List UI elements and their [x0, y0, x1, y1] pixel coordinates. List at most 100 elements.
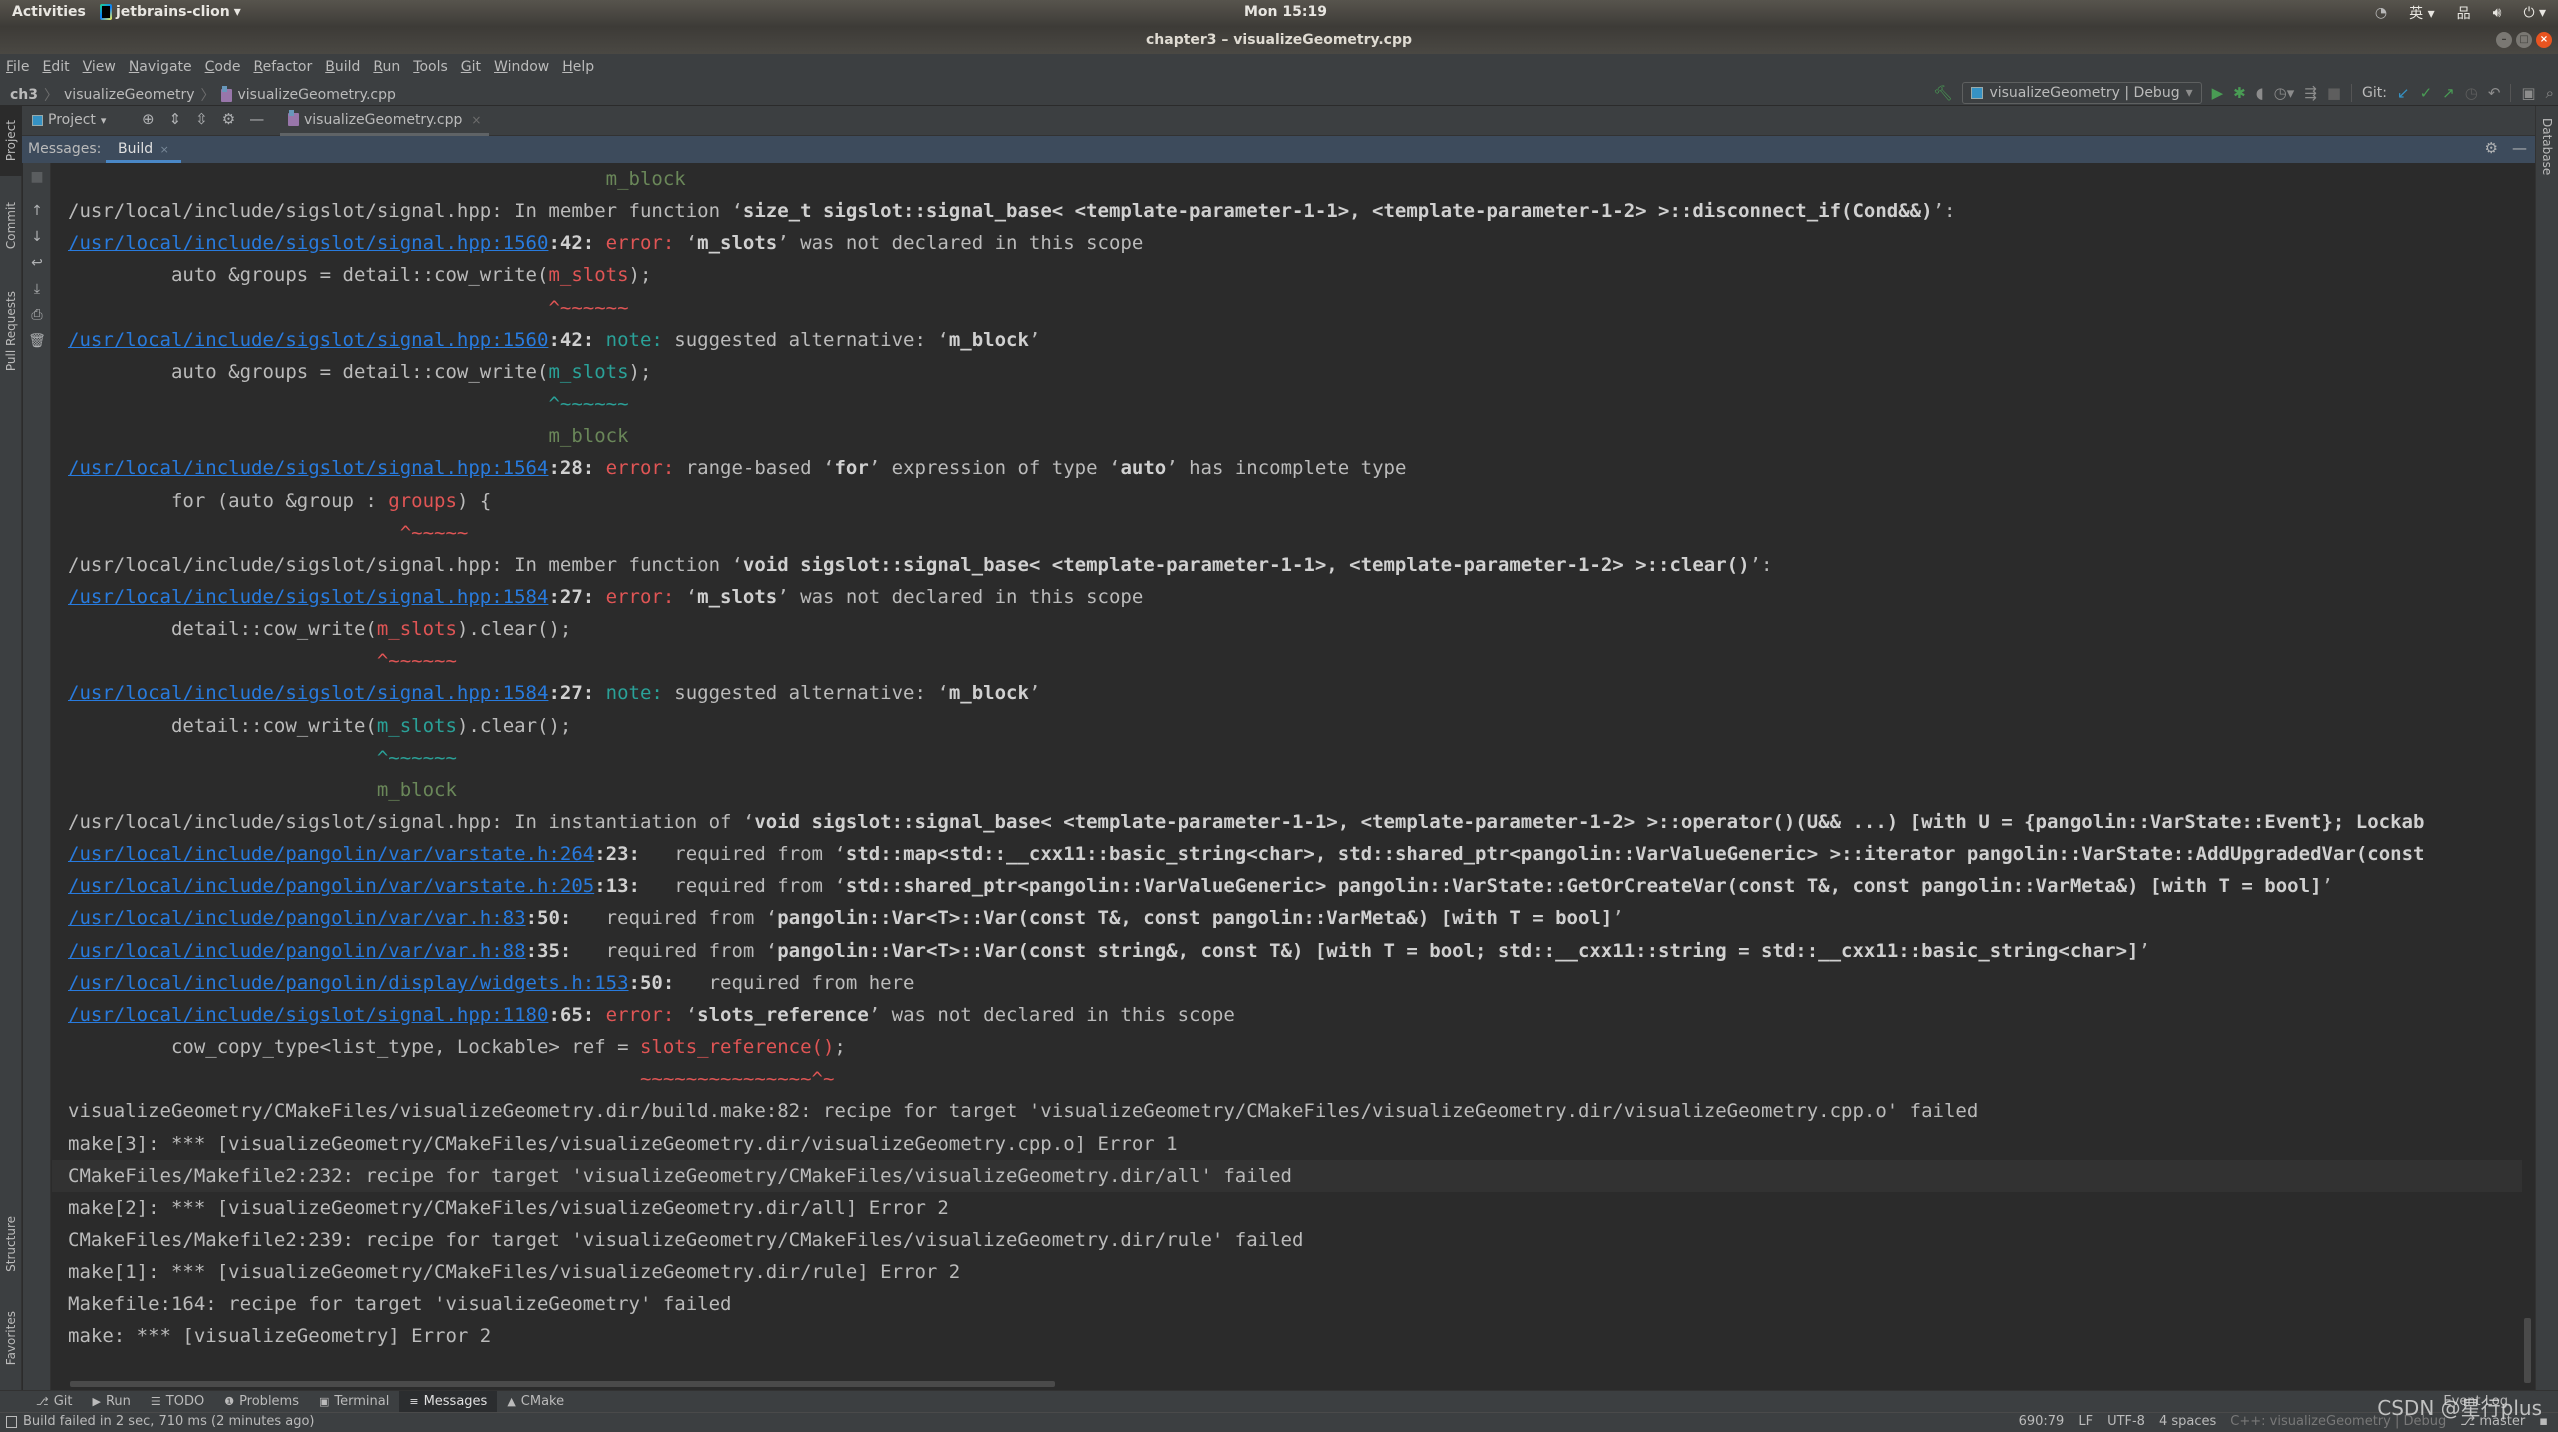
tool-window-commit[interactable]: Commit — [0, 186, 22, 266]
network-icon[interactable]: 品 — [2457, 3, 2471, 23]
tool-window-project[interactable]: Project — [0, 106, 22, 176]
stop-icon[interactable]: ■ — [2327, 83, 2341, 103]
bottom-tab-run[interactable]: ▶ Run — [82, 1391, 140, 1413]
hide-panel-icon[interactable]: — — [2512, 139, 2527, 157]
menu-refactor[interactable]: Refactor — [253, 59, 312, 75]
source-link[interactable]: /usr/local/include/pangolin/display/widg… — [68, 972, 629, 994]
git-push-icon[interactable]: ↗ — [2442, 83, 2455, 103]
build-output[interactable]: m_block/usr/local/include/sigslot/signal… — [52, 163, 2522, 1383]
menu-git[interactable]: Git — [461, 59, 481, 75]
notification-icon[interactable]: ◔ — [2375, 5, 2387, 21]
run-icon[interactable]: ▶ — [2212, 83, 2224, 103]
bottom-tab-git[interactable]: ⎇ Git — [26, 1391, 82, 1413]
run-configuration-select[interactable]: visualizeGeometry | Debug ▾ — [1962, 82, 2202, 104]
source-link[interactable]: /usr/local/include/sigslot/signal.hpp:15… — [68, 586, 548, 608]
bottom-tab-terminal[interactable]: ▣ Terminal — [309, 1391, 399, 1413]
menu-view[interactable]: View — [83, 59, 116, 75]
run-with-coverage-icon[interactable]: ◖ — [2256, 83, 2264, 103]
maximize-button[interactable]: □ — [2516, 32, 2532, 48]
bottom-tool-tabs: ⎇ Git ▶ Run ☰ TODO ❶ Problems ▣ Terminal ≡ Messages… — [0, 1390, 2558, 1413]
bottom-tab-todo[interactable]: ☰ TODO — [141, 1391, 214, 1413]
menu-run[interactable]: Run — [373, 59, 400, 75]
collapse-all-icon[interactable]: ⇳ — [195, 110, 208, 128]
breadcrumb-file[interactable]: visualizeGeometry.cpp — [238, 87, 396, 103]
vertical-scrollbar[interactable] — [2524, 1318, 2531, 1383]
menu-build[interactable]: Build — [325, 59, 360, 75]
menu-file[interactable]: File — [6, 59, 29, 75]
close-tab-icon[interactable]: × — [471, 113, 481, 127]
indent-setting[interactable]: 4 spaces — [2159, 1414, 2216, 1429]
window-title-bar: chapter3 – visualizeGeometry.cpp – □ × — [0, 27, 2558, 54]
source-link[interactable]: /usr/local/include/sigslot/signal.hpp:15… — [68, 682, 548, 704]
breadcrumb-folder[interactable]: visualizeGeometry — [64, 87, 194, 103]
line-ending[interactable]: LF — [2078, 1414, 2093, 1429]
next-message-icon[interactable]: ↓ — [23, 229, 51, 245]
hide-icon[interactable]: — — [249, 110, 264, 128]
caret-position[interactable]: 690:79 — [2019, 1414, 2065, 1429]
attach-process-icon[interactable]: ⇶ — [2304, 83, 2317, 103]
close-button[interactable]: × — [2536, 32, 2552, 48]
output-line: ~~~~~~~~~~~~~~~^~ — [68, 1063, 834, 1095]
menu-window[interactable]: Window — [494, 59, 549, 75]
menu-help[interactable]: Help — [562, 59, 594, 75]
soft-wrap-icon[interactable]: ↩ — [23, 255, 51, 271]
tool-window-structure[interactable]: Structure — [0, 1204, 22, 1284]
input-method-menu[interactable]: 英 ▾ — [2409, 3, 2434, 23]
bottom-tab-problems[interactable]: ❶ Problems — [214, 1391, 309, 1413]
stop-icon[interactable]: ■ — [23, 169, 51, 185]
gear-icon[interactable]: ⚙ — [222, 110, 235, 128]
tool-window-database[interactable]: Database — [2540, 118, 2554, 175]
previous-message-icon[interactable]: ↑ — [23, 203, 51, 219]
trash-icon[interactable]: 🗑︎ — [23, 333, 51, 349]
build-hammer-icon[interactable]: 🔨︎ — [1933, 83, 1952, 103]
git-commit-icon[interactable]: ✓ — [2420, 83, 2433, 103]
minimize-button[interactable]: – — [2496, 32, 2512, 48]
source-link[interactable]: /usr/local/include/pangolin/var/varstate… — [68, 843, 594, 865]
source-link[interactable]: /usr/local/include/sigslot/signal.hpp:15… — [68, 232, 548, 254]
locate-icon[interactable]: ⊕ — [142, 110, 155, 128]
source-link[interactable]: /usr/local/include/sigslot/signal.hpp:15… — [68, 457, 548, 479]
breadcrumb-root[interactable]: ch3 — [10, 87, 38, 103]
status-message[interactable]: Build failed in 2 sec, 710 ms (2 minutes… — [23, 1414, 314, 1429]
source-link[interactable]: /usr/local/include/sigslot/signal.hpp:11… — [68, 1004, 548, 1026]
menu-code[interactable]: Code — [205, 59, 241, 75]
git-history-icon[interactable]: ◷ — [2465, 83, 2478, 103]
menu-edit[interactable]: Edit — [42, 59, 69, 75]
rollback-icon[interactable]: ↶ — [2488, 83, 2501, 103]
gear-icon[interactable]: ⚙ — [2485, 139, 2498, 157]
window-title: chapter3 – visualizeGeometry.cpp — [1145, 32, 1412, 48]
close-tab-icon[interactable]: × — [156, 143, 169, 156]
file-encoding[interactable]: UTF-8 — [2107, 1414, 2145, 1429]
volume-icon[interactable]: 🔊︎ — [2493, 5, 2502, 21]
toggle-tool-windows-icon[interactable] — [6, 1415, 17, 1428]
power-icon[interactable]: ⏻ ▾ — [2523, 5, 2546, 21]
bottom-tab-cmake[interactable]: ▲ CMake — [497, 1391, 574, 1413]
search-icon[interactable]: ⌕ — [2546, 83, 2554, 103]
source-link[interactable]: /usr/local/include/pangolin/var/var.h:88 — [68, 940, 526, 962]
clion-logo-icon — [100, 4, 112, 20]
project-view-dropdown[interactable]: Project ▾ — [32, 112, 106, 128]
output-text: range-based ‘ — [674, 457, 835, 480]
tool-window-favorites[interactable]: Favorites — [0, 1296, 22, 1381]
activities-button[interactable]: Activities — [12, 4, 86, 20]
source-link[interactable]: /usr/local/include/pangolin/var/var.h:83 — [68, 907, 526, 929]
bottom-tab-messages[interactable]: ≡ Messages — [399, 1390, 498, 1413]
clock[interactable]: Mon 15:19 — [1244, 4, 1327, 20]
profile-icon[interactable]: ◷▾ — [2274, 83, 2295, 103]
git-update-icon[interactable]: ↙ — [2397, 83, 2410, 103]
editor-tab[interactable]: visualizeGeometry.cpp × — [280, 106, 490, 136]
note-text: m_slots — [376, 714, 457, 737]
source-link[interactable]: /usr/local/include/sigslot/signal.hpp:15… — [68, 329, 548, 351]
tab-build[interactable]: Build × — [106, 136, 181, 163]
run-anything-icon[interactable]: ▣ — [2521, 83, 2535, 103]
source-link[interactable]: /usr/local/include/pangolin/var/varstate… — [68, 875, 594, 897]
expand-all-icon[interactable]: ⇕ — [169, 110, 182, 128]
horizontal-scrollbar[interactable] — [70, 1381, 1055, 1387]
menu-navigate[interactable]: Navigate — [129, 59, 192, 75]
debug-icon[interactable]: ✱ — [2233, 83, 2246, 103]
app-menu[interactable]: jetbrains-clion ▾ — [100, 4, 241, 20]
scroll-to-end-icon[interactable]: ⤓ — [23, 281, 51, 297]
menu-tools[interactable]: Tools — [413, 59, 448, 75]
print-icon[interactable]: ⎙ — [23, 307, 51, 323]
tool-window-pull-requests[interactable]: Pull Requests — [0, 276, 22, 386]
